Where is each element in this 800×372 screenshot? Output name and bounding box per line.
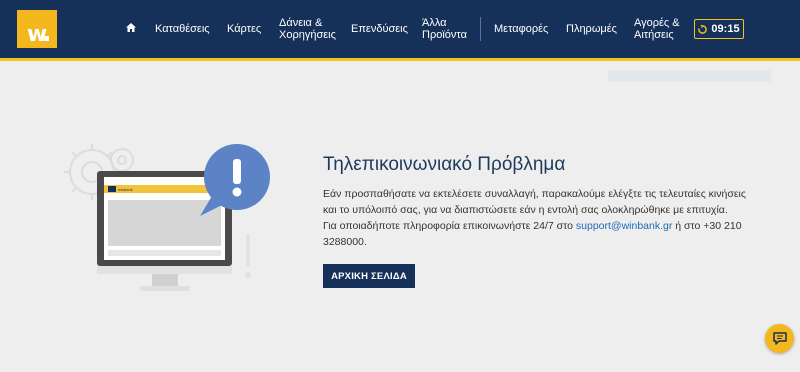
nav-item-cards[interactable]: Κάρτες [227,23,261,35]
screen-footer-block [108,250,221,256]
refresh-icon [698,24,708,34]
nav-item-transfers[interactable]: Μεταφορές [494,23,548,35]
nav-item-payments[interactable]: Πληρωμές [566,23,617,35]
support-email-link[interactable]: support@winbank.gr [576,220,672,232]
home-icon[interactable] [124,21,138,35]
nav-item-purchases[interactable]: Αγορές & Αιτήσεις [634,17,680,41]
error-text-line-2: και το υπόλοιπό σας, για να διαπιστώσετε… [323,204,728,216]
nav-item-other-products-line2: Προϊόντα [422,29,467,41]
contact-suffix: ή στο +30 210 [672,220,742,232]
faded-exclamation-icon [245,234,251,278]
screen-content-block [108,200,221,246]
monitor-base [140,286,190,291]
monitor-neck [152,274,178,288]
exclamation-bubble-icon [200,144,270,216]
gear-icon-small [110,148,134,172]
error-text-line-4: 3288000. [323,236,367,248]
error-title: Τηλεπικοινωνιακό Πρόβλημα [323,154,566,175]
winbank-logo[interactable]: w [17,10,57,48]
error-text-line-1: Εάν προσπαθήσατε να εκτελέσετε συναλλαγή… [323,188,746,200]
logo-letter: w [26,22,48,47]
chat-icon [772,332,787,345]
faded-breadcrumb-bar [608,70,771,82]
nav-item-other-products-line1: Άλλα [422,17,447,29]
session-timer[interactable]: 09:15 [694,19,744,39]
nav-item-loans[interactable]: Δάνεια & Χορηγήσεις [279,17,336,41]
nav-item-purchases-line2: Αιτήσεις [634,29,674,41]
nav-item-purchases-line1: Αγορές & [634,17,680,29]
nav-item-other-products[interactable]: Άλλα Προϊόντα [422,17,467,41]
monitor-bezel [97,266,232,274]
contact-prefix: Για οποιαδήποτε πληροφορία επικοινωνήστε… [323,220,576,232]
nav-item-loans-line2: Χορηγήσεις [279,29,336,41]
nav-item-loans-line1: Δάνεια & [279,17,323,29]
logo-dot [44,36,49,41]
nav-separator [480,17,481,41]
error-text-line-3: Για οποιαδήποτε πληροφορία επικοινωνήστε… [323,219,742,233]
error-illustration: winbank [64,144,270,291]
chat-button[interactable] [765,324,794,353]
home-page-button[interactable]: ΑΡΧΙΚΗ ΣΕΛΙΔΑ [323,264,415,288]
screen-brand-text: winbank [118,187,133,192]
nav-item-deposits[interactable]: Καταθέσεις [155,23,210,35]
header-accent-line [0,58,800,61]
screen-logo [108,186,116,192]
nav-item-investments[interactable]: Επενδύσεις [351,23,408,35]
timer-value: 09:15 [711,23,740,35]
